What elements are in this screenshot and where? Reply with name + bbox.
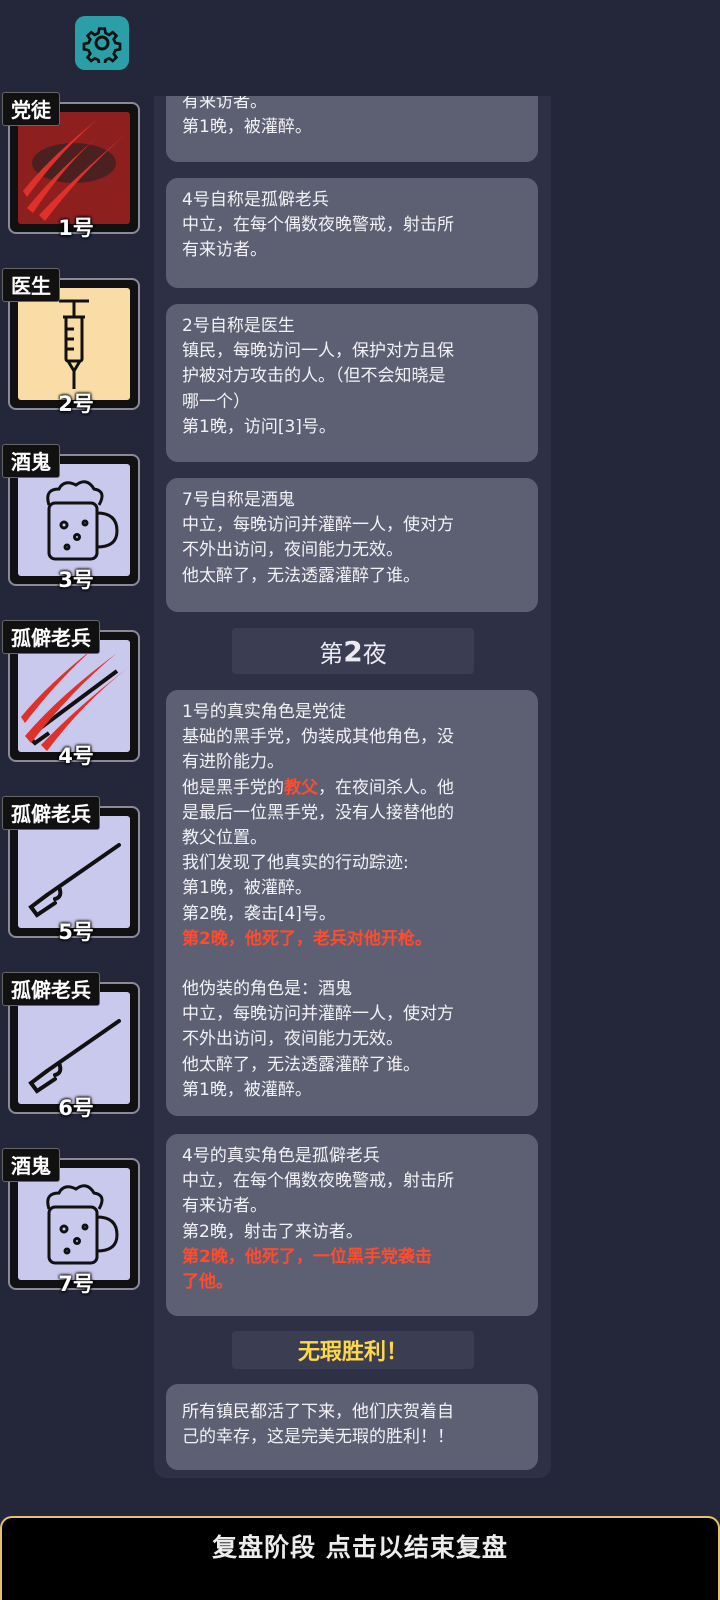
role-label: 党徒 <box>2 92 60 126</box>
settings-button[interactable] <box>75 16 129 70</box>
player-portrait <box>18 640 130 752</box>
message-line: 7号自称是酒鬼 <box>182 490 295 510</box>
player-slot-5[interactable]: 孤僻老兵 5号 <box>2 796 146 944</box>
player-slot-1[interactable]: 党徒 1号 <box>2 92 146 240</box>
end-replay-button[interactable]: 复盘阶段 点击以结束复盘 <box>0 1516 720 1600</box>
player-slot-7[interactable]: 酒鬼 7号 <box>2 1148 146 1296</box>
player-portrait <box>18 816 130 928</box>
highlighted-role: 教父 <box>284 777 318 798</box>
message-line: 第2晚，袭击[4]号。 <box>182 903 336 924</box>
message-line: 他太醉了，无法透露灌醉了谁。 <box>182 565 420 586</box>
player-slot-2[interactable]: 医生 2号 <box>2 268 146 416</box>
message-line: 2号自称是医生 <box>182 316 295 336</box>
player-number: 7号 <box>58 1272 94 1296</box>
rifle-icon <box>28 1019 121 1094</box>
end-replay-label: 复盘阶段 点击以结束复盘 <box>212 1533 508 1562</box>
message-line: 所有镇民都活了下来，他们庆贺着自 己的幸存，这是完美无瑕的胜利！！ <box>182 1402 454 1448</box>
message-line: 第2晚，射击了来访者。 <box>182 1221 363 1242</box>
death-notice: 第2晚，他死了，老兵对他开枪。 <box>182 928 432 949</box>
message-line: 我们发现了他真实的行动踪迹: <box>182 853 409 874</box>
gear-icon <box>82 27 122 63</box>
message-bubble: 2号自称是医生 镇民，每晚访问一人，保护对方且保 护被对方攻击的人。（但不会知晓… <box>166 304 538 462</box>
role-label: 酒鬼 <box>2 1148 60 1182</box>
player-number: 6号 <box>58 1096 94 1120</box>
player-slot-4[interactable]: 孤僻老兵 4号 <box>2 620 146 768</box>
player-portrait <box>18 464 130 576</box>
message-line: 他伪装的角色是：酒鬼 <box>182 979 352 1000</box>
message-bubble: 所有镇民都活了下来，他们庆贺着自 己的幸存，这是完美无瑕的胜利！！ <box>166 1384 538 1470</box>
message-line: 中立，在每个偶数夜晚警戒，射击所 有来访者。 <box>182 1171 454 1217</box>
player-slot-3[interactable]: 酒鬼 3号 <box>2 444 146 592</box>
message-line: 1号的真实角色是党徒 <box>182 702 346 722</box>
role-label: 孤僻老兵 <box>2 620 100 654</box>
message-bubble: 4号自称是孤僻老兵 中立，在每个偶数夜晚警戒，射击所 有来访者。 <box>166 178 538 288</box>
rifle-claw-icon <box>21 647 129 751</box>
message-line: 4号自称是孤僻老兵 <box>182 190 329 210</box>
night-header: 第2夜 <box>232 628 474 674</box>
message-line: 中立，每晚访问并灌醉一人，使对方 不外出访问，夜间能力无效。 <box>182 1004 454 1050</box>
message-bubble: 7号自称是酒鬼 中立，每晚访问并灌醉一人，使对方 不外出访问，夜间能力无效。 他… <box>166 478 538 612</box>
player-number: 3号 <box>58 568 94 592</box>
night-number: 2 <box>343 634 363 668</box>
player-number: 2号 <box>58 392 94 416</box>
message-line: 4号的真实角色是孤僻老兵 <box>182 1146 380 1166</box>
victory-header: 无瑕胜利！ <box>232 1331 474 1369</box>
role-label: 医生 <box>2 268 60 302</box>
night-suffix: 夜 <box>362 639 387 668</box>
beer-mug-icon <box>46 1184 119 1265</box>
message-line: 他是黑手党的教父，在夜间杀人。他 是最后一位黑手党，没有人接替他的 教父位置。 <box>182 776 524 852</box>
message-bubble: 1号的真实角色是党徒 基础的黑手党，伪装成其他角色，没 有进阶能力。 他是黑手党… <box>166 690 538 1116</box>
message-line: 他太醉了，无法透露灌醉了谁。 <box>182 1054 420 1075</box>
role-label: 孤僻老兵 <box>2 972 100 1006</box>
role-label: 酒鬼 <box>2 444 60 478</box>
player-slot-6[interactable]: 孤僻老兵 6号 <box>2 972 146 1120</box>
player-portrait <box>18 288 130 400</box>
rifle-icon <box>28 843 121 918</box>
night-prefix: 第 <box>319 639 344 668</box>
message-line: 中立，在每个偶数夜晚警戒，射击所 有来访者。 <box>182 215 454 261</box>
message-line: 第1晚，访问[3]号。 <box>182 416 336 437</box>
player-portrait <box>18 992 130 1104</box>
player-number: 5号 <box>58 920 94 944</box>
syringe-icon <box>59 299 89 389</box>
message-line: 第1晚，被灌醉。 <box>182 878 312 899</box>
message-bubble: 有来访者。 第1晚，被灌醉。 <box>166 96 538 162</box>
player-number: 4号 <box>58 744 94 768</box>
message-line: 中立，每晚访问并灌醉一人，使对方 不外出访问，夜间能力无效。 <box>182 515 454 561</box>
replay-log-panel[interactable]: 有来访者。 第1晚，被灌醉。 4号自称是孤僻老兵 中立，在每个偶数夜晚警戒，射击… <box>154 96 551 1478</box>
death-notice: 第2晚，他死了，一位黑手党袭击 了他。 <box>182 1246 432 1293</box>
player-portrait <box>18 112 130 224</box>
player-number: 1号 <box>58 216 94 240</box>
player-portrait <box>18 1168 130 1280</box>
beer-mug-icon <box>46 480 119 561</box>
message-text: 他是黑手党的 <box>182 777 284 798</box>
message-line: 第1晚，被灌醉。 <box>182 117 312 138</box>
message-line: 镇民，每晚访问一人，保护对方且保 护被对方攻击的人。（但不会知晓是 哪一个） <box>182 341 454 412</box>
message-line: 第1晚，被灌醉。 <box>182 1079 312 1100</box>
role-label: 孤僻老兵 <box>2 796 100 830</box>
message-line: 基础的黑手党，伪装成其他角色，没 有进阶能力。 <box>182 727 454 773</box>
message-bubble: 4号的真实角色是孤僻老兵 中立，在每个偶数夜晚警戒，射击所 有来访者。 第2晚，… <box>166 1134 538 1316</box>
message-line: 有来访者。 <box>182 96 267 112</box>
claw-marks-icon <box>23 118 127 221</box>
